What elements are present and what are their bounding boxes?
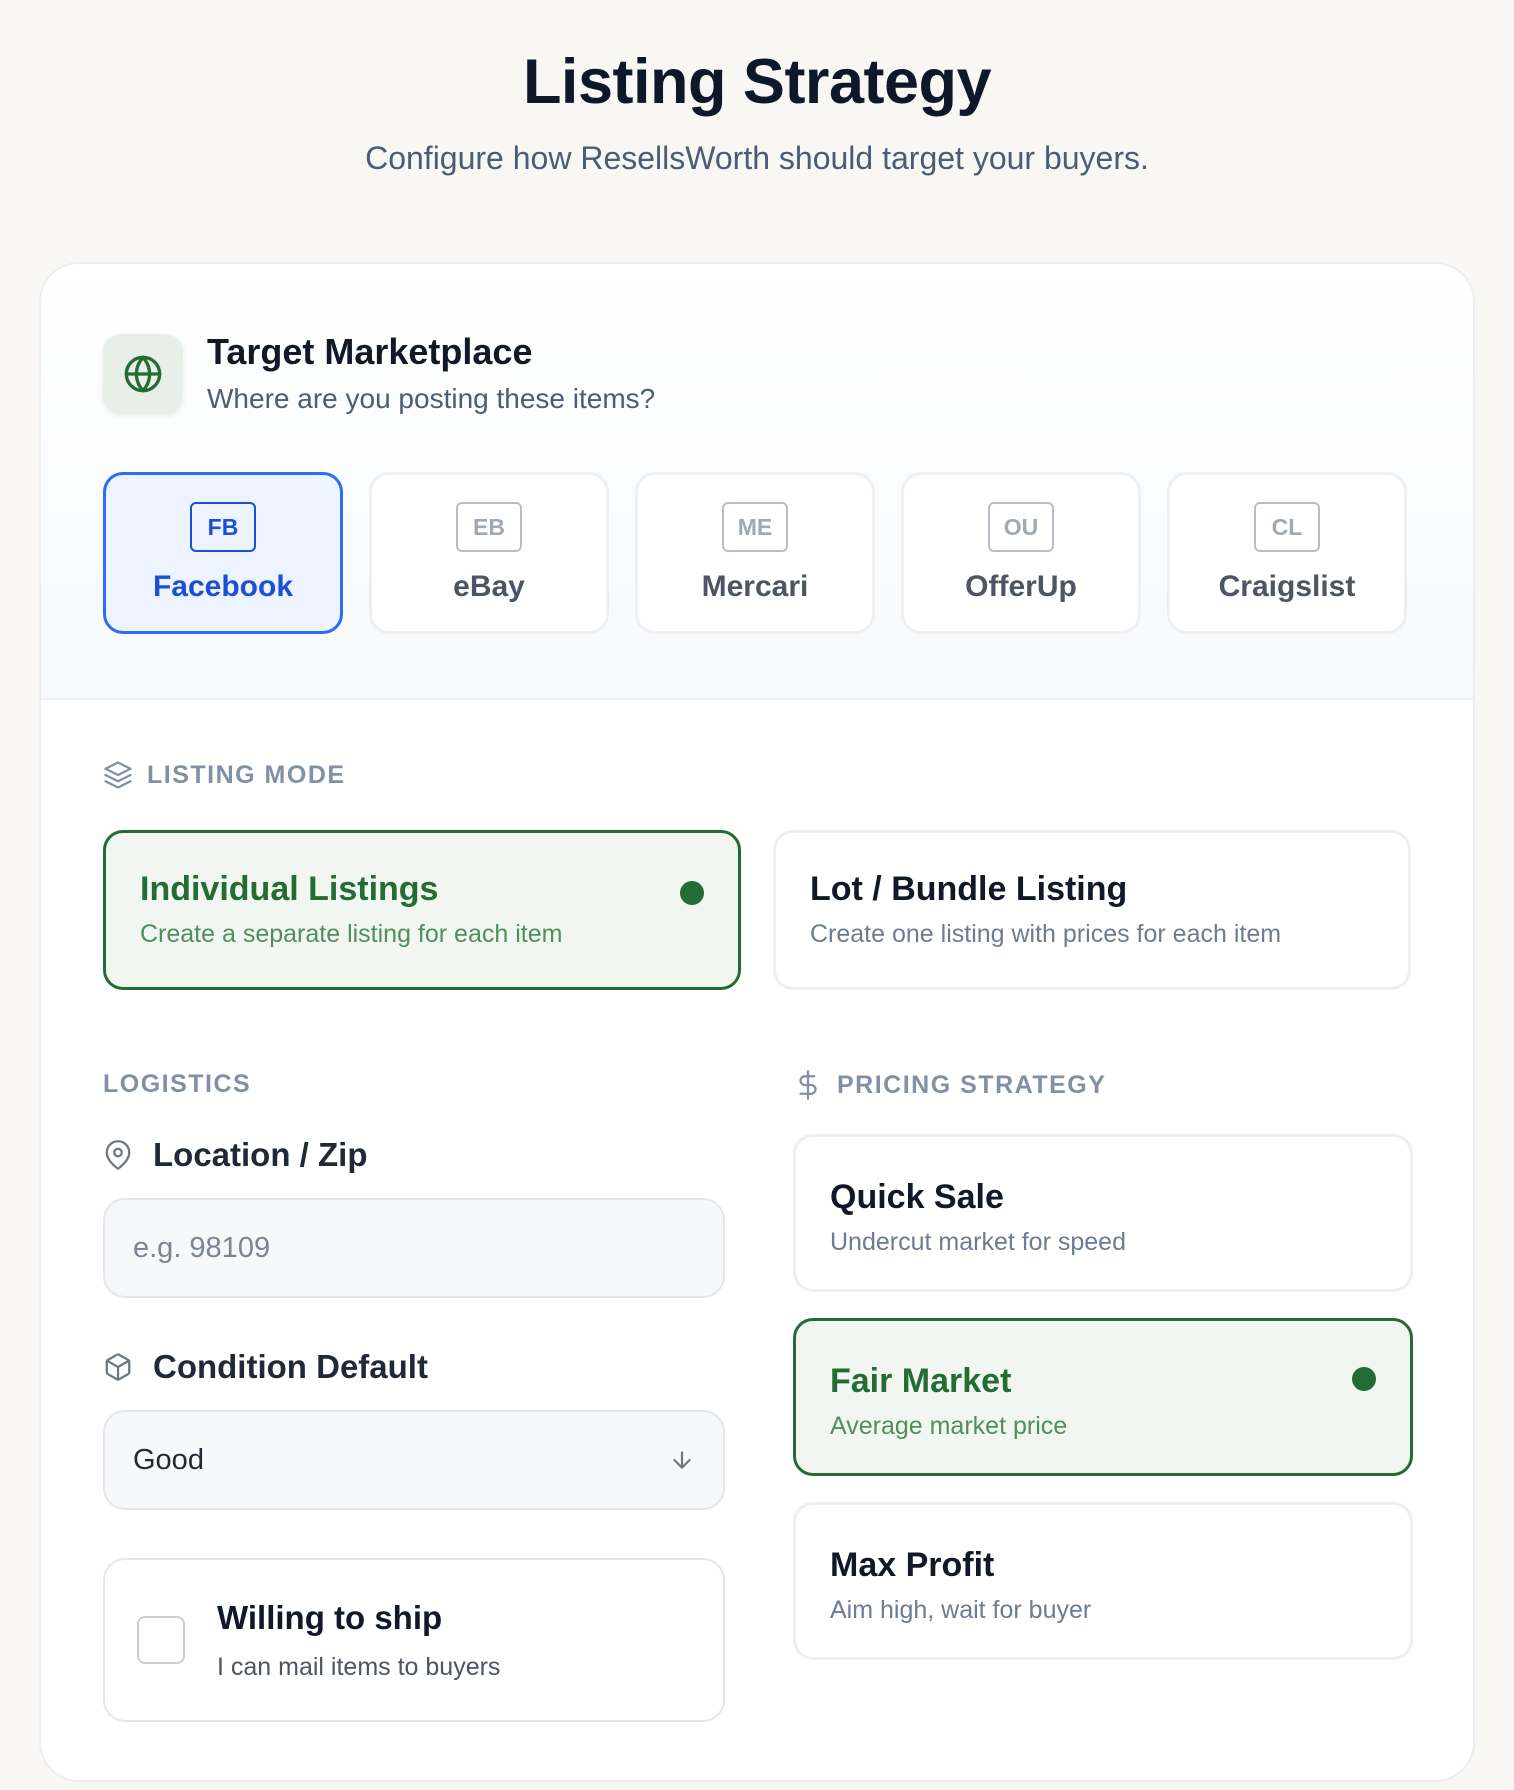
location-input[interactable] <box>133 1231 695 1265</box>
marketplace-header: Target Marketplace Where are you posting… <box>103 331 656 416</box>
marketplace-title: Target Marketplace <box>207 331 533 372</box>
pricing-option-quick-sale[interactable]: Quick Sale Undercut market for speed <box>793 1134 1413 1292</box>
marketplace-name: Mercari <box>701 570 809 603</box>
marketplace-option-mercari[interactable]: ME Mercari <box>635 472 875 634</box>
condition-value: Good <box>133 1443 204 1476</box>
marketplace-options: FB Facebook EB eBay ME Mercari OU OfferU… <box>103 472 1407 634</box>
option-title: Fair Market <box>830 1362 1012 1400</box>
pricing-option-fair-market[interactable]: Fair Market Average market price <box>793 1318 1413 1476</box>
location-label-text: Location / Zip <box>153 1136 368 1173</box>
condition-select[interactable]: Good <box>103 1410 725 1510</box>
page-subtitle: Configure how ResellsWorth should target… <box>365 140 1149 176</box>
option-description: Create a separate listing for each item <box>140 920 563 948</box>
marketplace-option-facebook[interactable]: FB Facebook <box>103 472 343 634</box>
layers-icon <box>104 761 132 789</box>
listing-mode-individual[interactable]: Individual Listings Create a separate li… <box>103 830 741 990</box>
option-description: Aim high, wait for buyer <box>830 1596 1092 1624</box>
map-pin-icon <box>105 1140 131 1170</box>
marketplace-name: Facebook <box>152 570 294 603</box>
strategy-card: Target Marketplace Where are you posting… <box>39 262 1475 1782</box>
pricing-strategy-label: PRICING STRATEGY <box>793 1070 1106 1100</box>
condition-label: Condition Default <box>103 1348 428 1386</box>
listing-mode-label: LISTING MODE <box>103 760 346 790</box>
condition-label-text: Condition Default <box>153 1348 428 1385</box>
marketplace-option-offerup[interactable]: OU OfferUp <box>901 472 1141 634</box>
marketplace-code-badge: ME <box>722 502 788 552</box>
option-description: Create one listing with prices for each … <box>810 920 1282 948</box>
option-title: Lot / Bundle Listing <box>810 870 1128 908</box>
location-field-wrapper <box>103 1198 725 1298</box>
pricing-strategy-text: PRICING STRATEGY <box>837 1070 1107 1099</box>
arrow-down-icon <box>673 1451 691 1469</box>
globe-icon <box>103 334 183 414</box>
listing-mode-bundle[interactable]: Lot / Bundle Listing Create one listing … <box>773 830 1411 990</box>
ship-checkbox[interactable] <box>137 1616 185 1664</box>
selected-indicator <box>1352 1367 1376 1391</box>
marketplace-name: Craigslist <box>1218 570 1356 603</box>
option-description: Undercut market for speed <box>830 1228 1126 1256</box>
ship-title: Willing to ship <box>217 1599 443 1636</box>
marketplace-name: OfferUp <box>965 570 1077 603</box>
marketplace-option-ebay[interactable]: EB eBay <box>369 472 609 634</box>
marketplace-code-badge: EB <box>456 502 522 552</box>
marketplace-name: eBay <box>453 570 525 603</box>
dollar-icon <box>799 1070 817 1100</box>
marketplace-option-craigslist[interactable]: CL Craigslist <box>1167 472 1407 634</box>
marketplace-code-badge: OU <box>988 502 1054 552</box>
page-header: Listing Strategy Configure how ResellsWo… <box>0 0 1514 178</box>
logistics-text: LOGISTICS <box>103 1070 252 1098</box>
package-icon <box>105 1353 131 1381</box>
marketplace-subtitle: Where are you posting these items? <box>207 383 656 414</box>
option-title: Individual Listings <box>140 870 439 908</box>
option-title: Max Profit <box>830 1546 995 1584</box>
marketplace-code-badge: FB <box>190 502 256 552</box>
listing-mode-text: LISTING MODE <box>147 760 346 789</box>
ship-description: I can mail items to buyers <box>217 1653 501 1681</box>
selected-indicator <box>680 881 704 905</box>
location-label: Location / Zip <box>103 1136 367 1174</box>
option-title: Quick Sale <box>830 1178 1004 1216</box>
page-title: Listing Strategy <box>522 47 992 117</box>
willing-to-ship-toggle[interactable]: Willing to ship I can mail items to buye… <box>103 1558 725 1722</box>
option-description: Average market price <box>830 1412 1068 1440</box>
marketplace-code-badge: CL <box>1254 502 1320 552</box>
logistics-label: LOGISTICS <box>103 1070 251 1099</box>
marketplace-section: Target Marketplace Where are you posting… <box>41 264 1473 700</box>
pricing-option-max-profit[interactable]: Max Profit Aim high, wait for buyer <box>793 1502 1413 1660</box>
